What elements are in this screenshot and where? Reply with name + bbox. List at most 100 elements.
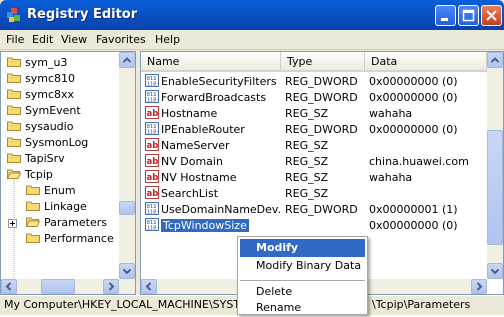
value-data: 0x00000000 (0) — [369, 91, 458, 104]
tree-item-sysaudio[interactable]: sysaudio — [7, 119, 73, 135]
table-row[interactable]: ab SearchList REG_SZ — [141, 186, 487, 202]
menu-view[interactable]: View — [61, 33, 87, 46]
chevron-left-icon — [5, 282, 12, 291]
folder-icon — [7, 120, 21, 131]
chevron-down-icon — [490, 268, 500, 275]
menu-edit[interactable]: Edit — [32, 33, 53, 46]
key-tree-pane[interactable]: sym_u3 symc810 symc8xx SymEvent sysaudio… — [0, 51, 136, 295]
scroll-up-button[interactable] — [119, 52, 135, 68]
menu-help[interactable]: Help — [155, 33, 180, 46]
scroll-right-button[interactable] — [471, 279, 487, 294]
svg-text:110: 110 — [147, 210, 157, 216]
close-button[interactable] — [481, 5, 502, 26]
column-header-type[interactable]: Type — [281, 52, 365, 72]
value-type: REG_DWORD — [285, 91, 358, 104]
table-row-selected[interactable]: 011 110 TcpWindowSize 0x00000000 (0) — [141, 218, 487, 234]
tree-item-performance[interactable]: Performance — [26, 231, 114, 247]
binary-value-icon: 011110 — [145, 122, 159, 135]
menu-favorites[interactable]: Favorites — [96, 33, 146, 46]
value-data: wahaha — [369, 107, 413, 120]
value-data: china.huawei.com — [369, 155, 469, 168]
string-value-icon: ab — [145, 138, 159, 151]
table-row[interactable]: ab NameServer REG_SZ — [141, 138, 487, 154]
table-row[interactable]: ab NV Hostname REG_SZ wahaha — [141, 170, 487, 186]
chevron-right-icon — [108, 282, 115, 291]
scroll-down-button[interactable] — [487, 263, 503, 279]
scroll-left-button[interactable] — [1, 279, 17, 294]
folder-icon — [26, 232, 40, 243]
value-name: EnableSecurityFilters — [161, 75, 277, 88]
registry-editor-icon — [7, 8, 20, 22]
value-type: REG_SZ — [285, 171, 329, 184]
value-name: UseDomainNameDev... — [161, 203, 281, 216]
scroll-thumb[interactable] — [487, 130, 503, 245]
tree-item-linkage[interactable]: Linkage — [26, 199, 87, 215]
scroll-right-button[interactable] — [103, 279, 119, 294]
value-type: REG_DWORD — [285, 75, 358, 88]
value-type: REG_SZ — [285, 155, 329, 168]
menu-file[interactable]: File — [6, 33, 24, 46]
plus-icon — [10, 221, 15, 226]
chevron-right-icon — [476, 282, 483, 291]
column-header-name[interactable]: Name — [141, 52, 281, 72]
string-value-icon: ab — [145, 106, 159, 119]
binary-value-icon: 011110 — [145, 202, 159, 215]
scroll-thumb[interactable] — [119, 201, 135, 215]
tree-item-symevent[interactable]: SymEvent — [7, 103, 81, 119]
folder-icon — [7, 104, 21, 115]
column-header-data[interactable]: Data — [365, 52, 487, 72]
binary-value-icon: 011110 — [145, 218, 159, 231]
title-bar[interactable]: Registry Editor — [0, 0, 504, 30]
table-row[interactable]: 011 110 UseDomainNameDev... REG_DWORD 0x00… — [141, 202, 487, 218]
table-row[interactable]: ab Hostname REG_SZ wahaha — [141, 106, 487, 122]
value-name: Hostname — [161, 107, 218, 120]
scroll-thumb[interactable] — [41, 279, 75, 294]
expand-toggle-parameters[interactable] — [8, 219, 17, 228]
close-icon — [486, 10, 497, 21]
chevron-up-icon — [122, 57, 132, 63]
value-type: REG_DWORD — [285, 203, 358, 216]
folder-icon — [7, 56, 21, 67]
minimize-button[interactable] — [435, 5, 456, 26]
svg-text:110: 110 — [147, 226, 157, 232]
scroll-down-button[interactable] — [119, 263, 135, 279]
tree-item-enum[interactable]: Enum — [26, 183, 76, 199]
menu-item-modify[interactable]: Modify — [240, 239, 365, 257]
value-name: ForwardBroadcasts — [161, 91, 267, 104]
tree-horizontal-scrollbar[interactable] — [1, 279, 135, 294]
scroll-left-button[interactable] — [141, 279, 157, 294]
binary-value-icon: 011110 — [145, 74, 159, 87]
tree-item-sysmonlog[interactable]: SysmonLog — [7, 135, 88, 151]
table-row[interactable]: 011 110 ForwardBroadcasts REG_DWORD 0x0000… — [141, 90, 487, 106]
tree-item-sym-u3[interactable]: sym_u3 — [7, 55, 67, 71]
tree-item-parameters[interactable]: Parameters — [26, 215, 107, 231]
table-row[interactable]: 011 110 EnableSecurityFilters REG_DWORD 0x… — [141, 74, 487, 90]
list-vertical-scrollbar[interactable] — [487, 52, 503, 279]
scroll-up-button[interactable] — [487, 52, 503, 68]
table-row[interactable]: 011 110 IPEnableRouter REG_DWORD 0x0000000… — [141, 122, 487, 138]
svg-text:ab: ab — [147, 141, 159, 151]
binary-value-icon: 011110 — [145, 90, 159, 103]
value-type: REG_DWORD — [285, 123, 358, 136]
tree-item-symc810[interactable]: symc810 — [7, 71, 75, 87]
menu-separator — [240, 280, 365, 281]
svg-text:ab: ab — [147, 157, 159, 167]
window-title: Registry Editor — [27, 7, 138, 22]
value-name: NameServer — [161, 139, 230, 152]
value-data: 0x00000001 (1) — [369, 203, 458, 216]
string-value-icon: ab — [145, 170, 159, 183]
open-folder-icon — [26, 216, 40, 227]
menu-item-rename[interactable]: Rename — [240, 299, 365, 317]
menu-item-modify-binary-data[interactable]: Modify Binary Data — [240, 257, 365, 275]
table-row[interactable]: ab NV Domain REG_SZ china.huawei.com — [141, 154, 487, 170]
value-name: TcpWindowSize — [161, 219, 249, 232]
svg-text:ab: ab — [147, 189, 159, 199]
string-value-icon: ab — [145, 186, 159, 199]
string-value-icon: ab — [145, 154, 159, 167]
status-path: My Computer\HKEY_LOCAL_MACHINE\SYSTEM — [4, 298, 257, 311]
folder-icon — [26, 200, 40, 211]
tree-vertical-scrollbar[interactable] — [119, 52, 135, 279]
tree-item-tapisrv[interactable]: TapiSrv — [7, 151, 65, 167]
maximize-button[interactable] — [458, 5, 479, 26]
tree-item-symc8xx[interactable]: symc8xx — [7, 87, 74, 103]
